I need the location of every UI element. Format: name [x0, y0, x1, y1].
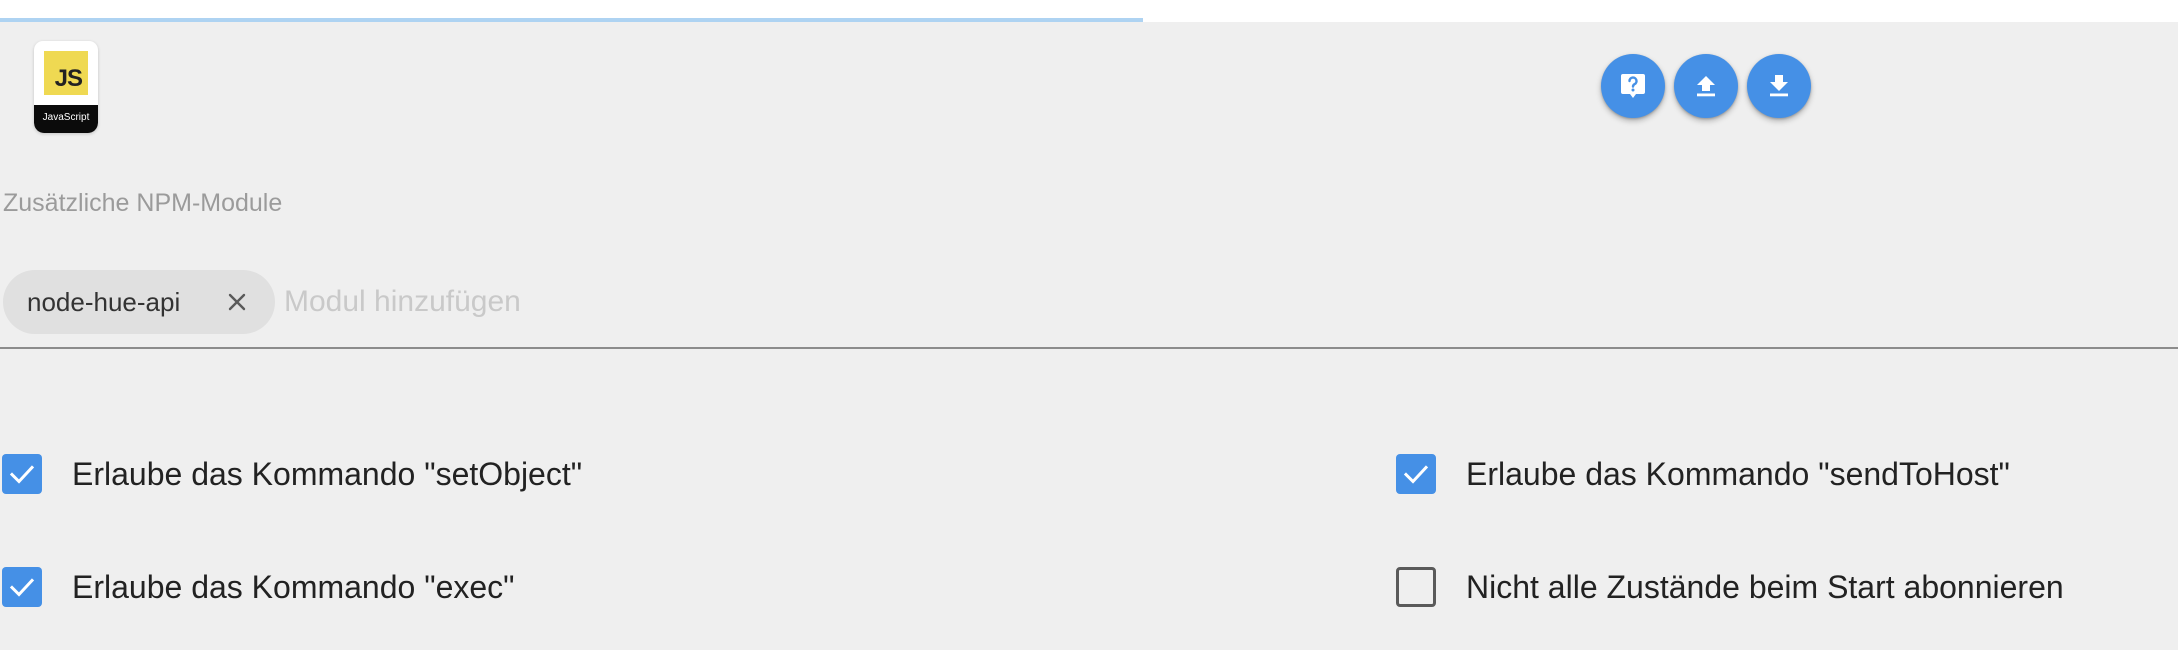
top-bar — [0, 0, 2178, 22]
npm-modules-label: Zusätzliche NPM-Module — [3, 189, 283, 217]
upload-button[interactable] — [1674, 54, 1738, 118]
adapter-settings-page: JS JavaScript Zusätzliche NPM-Module nod… — [0, 0, 2178, 650]
checkmark-icon — [1403, 465, 1429, 484]
module-input-underline — [0, 347, 2178, 349]
help-bubble-icon — [1621, 74, 1645, 98]
allow-setobject-label: Erlaube das Kommando "setObject" — [72, 456, 583, 492]
js-logo-caption-bar: JavaScript — [34, 105, 98, 133]
upload-icon — [1697, 76, 1715, 97]
allow-sendtohost-checkbox[interactable] — [1396, 454, 1436, 494]
help-button[interactable] — [1601, 54, 1665, 118]
remove-module-icon[interactable] — [223, 288, 251, 316]
module-chip-label: node-hue-api — [27, 287, 181, 317]
allow-sendtohost-label: Erlaube das Kommando "sendToHost" — [1466, 456, 2010, 492]
js-logo-text: JS — [54, 65, 83, 92]
no-subscribe-on-start-checkbox[interactable] — [1396, 567, 1436, 607]
download-button[interactable] — [1747, 54, 1811, 118]
allow-setobject-checkbox[interactable] — [2, 454, 42, 494]
js-logo-caption: JavaScript — [42, 112, 90, 123]
download-icon — [1770, 75, 1788, 97]
allow-exec-label: Erlaube das Kommando "exec" — [72, 569, 515, 605]
loading-progress-fill — [0, 18, 1144, 22]
checkmark-icon — [9, 465, 35, 484]
no-subscribe-on-start-label: Nicht alle Zustände beim Start abonniere… — [1466, 569, 2064, 605]
loading-progress-bar — [0, 18, 2178, 22]
add-module-input[interactable] — [284, 274, 529, 330]
js-logo-mark: JS — [44, 51, 88, 95]
module-chip: node-hue-api — [3, 270, 275, 334]
javascript-adapter-logo: JS JavaScript — [34, 41, 98, 133]
allow-exec-checkbox[interactable] — [2, 567, 42, 607]
checkmark-icon — [9, 578, 35, 597]
